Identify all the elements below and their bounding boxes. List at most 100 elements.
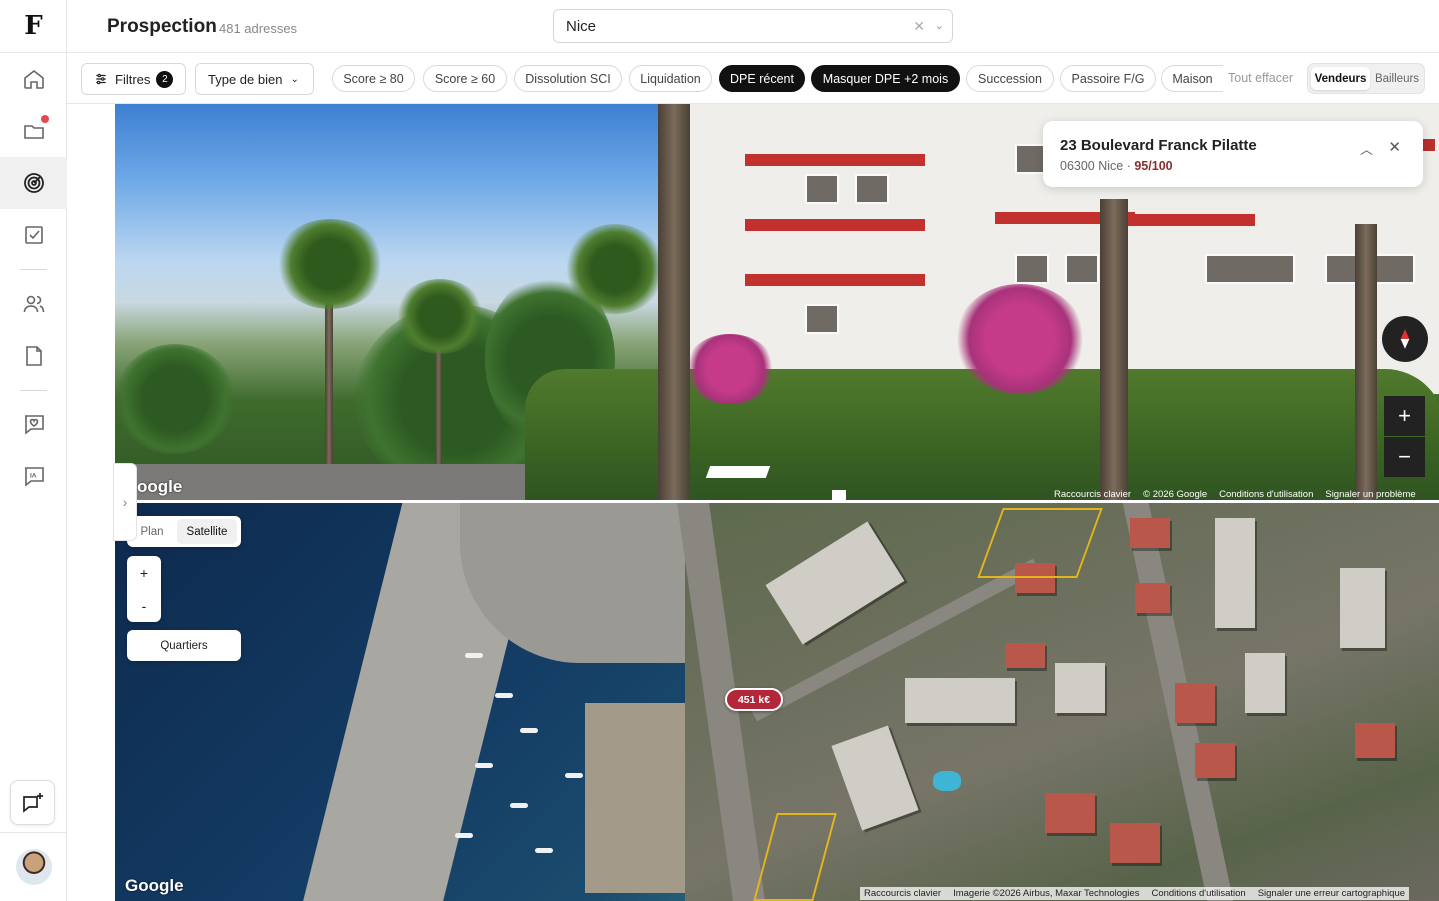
checkbox-icon [24, 226, 43, 244]
pill-label: Maison [1172, 71, 1213, 86]
boat [510, 803, 528, 808]
google-logo: oogle [137, 477, 183, 496]
owner-type-toggle: Vendeurs Bailleurs [1307, 63, 1425, 94]
window [1065, 254, 1099, 284]
attribution-report-error[interactable]: Signaler une erreur cartographique [1258, 888, 1405, 899]
window [805, 304, 839, 334]
sidebar-divider [20, 269, 47, 270]
filter-pill-masquer-dpe[interactable]: Masquer DPE +2 mois [811, 65, 960, 92]
map-zoom-in-button[interactable]: + [127, 556, 161, 589]
window [1205, 254, 1295, 284]
new-chat-button[interactable] [10, 780, 55, 825]
address-score: 95/100 [1134, 159, 1173, 173]
window [805, 174, 839, 204]
address-subtitle: 06300 Nice · 95/100 [1060, 159, 1173, 173]
panel-expand-button[interactable]: › [113, 463, 137, 541]
pill-label: Passoire F/G [1071, 71, 1145, 86]
filter-pill-dissolution-sci[interactable]: Dissolution SCI [514, 65, 622, 92]
boat [475, 763, 493, 768]
attribution-keyboard-shortcuts[interactable]: Raccourcis clavier [864, 888, 941, 899]
street-zoom-in-button[interactable]: + [1384, 396, 1425, 436]
nav-ai[interactable]: IA [0, 450, 67, 502]
filter-pill-dpe-recent[interactable]: DPE récent [719, 65, 805, 92]
building-roof [1195, 743, 1235, 778]
avatar[interactable] [15, 849, 52, 885]
sidebar: F IA [0, 0, 67, 901]
top-header: Prospection 481 adresses Nice ✕ ⌄ [67, 0, 1439, 53]
navigation-arrow[interactable] [705, 466, 771, 478]
chevron-down-icon[interactable]: ⌄ [935, 19, 944, 32]
nav-folders[interactable] [0, 105, 67, 157]
building-roof [1215, 518, 1255, 628]
navigation-arrow[interactable] [832, 490, 846, 500]
compass-icon[interactable] [1382, 316, 1428, 362]
building-roof [905, 678, 1015, 723]
attribution-report[interactable]: Signaler un problème [1325, 489, 1415, 500]
window [1015, 254, 1049, 284]
building-roof [1130, 518, 1170, 548]
nav-contacts[interactable] [0, 278, 67, 330]
pill-label: Liquidation [640, 71, 701, 86]
quartiers-button[interactable]: Quartiers [127, 630, 241, 661]
chevron-up-icon[interactable]: ︿ [1360, 139, 1373, 158]
attribution-copyright: © 2026 Google [1143, 489, 1208, 500]
filter-pill-score-80[interactable]: Score ≥ 80 [332, 65, 415, 92]
boat [495, 693, 513, 698]
building-roof [1005, 643, 1045, 668]
ai-icon-label: IA [30, 473, 37, 480]
nav-favorites[interactable] [0, 398, 67, 450]
sidebar-divider [20, 390, 47, 391]
palm-trunk [658, 104, 690, 500]
sliders-icon [96, 73, 106, 85]
attribution-terms[interactable]: Conditions d'utilisation [1151, 888, 1245, 899]
map-zoom-controls: + - [127, 556, 161, 622]
filter-pill-maison[interactable]: Maison [1161, 65, 1223, 92]
map-type-satellite[interactable]: Satellite [177, 519, 237, 544]
map-attribution: Raccourcis clavier Imagerie ©2026 Airbus… [860, 887, 1410, 900]
attribution-keyboard-shortcuts[interactable]: Raccourcis clavier [1054, 489, 1131, 500]
toggle-vendeurs[interactable]: Vendeurs [1311, 67, 1370, 90]
street-zoom-out-button[interactable]: − [1384, 437, 1425, 477]
pill-label: DPE récent [730, 71, 794, 86]
app-logo[interactable]: F [0, 0, 67, 53]
filters-button[interactable]: Filtres 2 [81, 63, 186, 95]
new-chat-icon [22, 792, 43, 813]
filter-bar: Filtres 2 Type de bien ⌄ Score ≥ 80 Scor… [67, 53, 1439, 104]
filter-pill-score-60[interactable]: Score ≥ 60 [423, 65, 507, 92]
nav-documents[interactable] [0, 330, 67, 382]
toggle-bailleurs[interactable]: Bailleurs [1370, 67, 1424, 90]
city-search-select[interactable]: Nice ✕ ⌄ [553, 9, 953, 43]
palm-tree [395, 279, 485, 354]
pill-label: Dissolution SCI [525, 71, 611, 86]
street-view-attribution: Raccourcis clavier © 2026 Google Conditi… [1054, 489, 1416, 500]
attribution-terms[interactable]: Conditions d'utilisation [1219, 489, 1313, 500]
palm-tree [275, 219, 385, 309]
filters-count-badge: 2 [156, 70, 174, 88]
property-type-label: Type de bien [208, 71, 283, 87]
nav-tasks[interactable] [0, 209, 67, 261]
building-roof [1110, 823, 1160, 863]
compass-needle-icon [1400, 329, 1410, 349]
awning [745, 274, 925, 286]
nav-prospection[interactable] [0, 157, 67, 209]
filter-pill-succession[interactable]: Succession [966, 65, 1054, 92]
clear-icon[interactable]: ✕ [913, 18, 925, 35]
satellite-map[interactable]: 451 k€ Plan Satellite + - Quartiers Goog… [115, 503, 1439, 901]
pill-label: Succession [978, 71, 1042, 86]
close-icon[interactable]: ✕ [1388, 138, 1401, 156]
filter-pill-liquidation[interactable]: Liquidation [629, 65, 712, 92]
boat [465, 653, 483, 658]
building-roof [1175, 683, 1215, 723]
map-zoom-out-button[interactable]: - [127, 589, 161, 622]
awning [745, 154, 925, 166]
bougainvillea [685, 334, 775, 404]
price-marker[interactable]: 451 k€ [725, 688, 783, 711]
clear-all-link[interactable]: Tout effacer [1228, 71, 1293, 85]
window [855, 174, 889, 204]
search-value: Nice [566, 18, 597, 35]
chevron-down-icon: ⌄ [290, 73, 299, 85]
nav-home[interactable] [0, 53, 67, 105]
property-type-dropdown[interactable]: Type de bien ⌄ [195, 63, 314, 95]
document-icon [25, 346, 42, 366]
filter-pill-passoire[interactable]: Passoire F/G [1060, 65, 1156, 92]
